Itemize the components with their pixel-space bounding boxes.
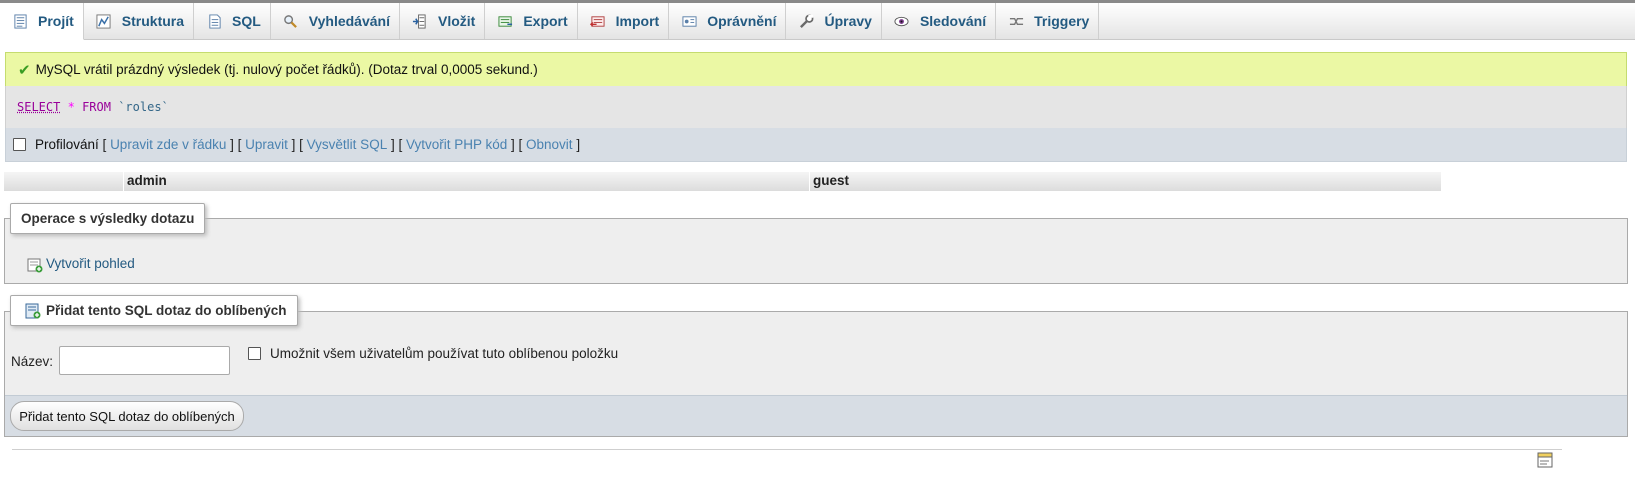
tab-tracking[interactable]: Sledování (882, 3, 997, 39)
profiling-checkbox[interactable] (13, 138, 26, 151)
sql-star: * (67, 100, 75, 114)
refresh-link[interactable]: Obnovit (526, 137, 573, 152)
tab-label: Sledování (919, 13, 987, 29)
bookmark-name-label: Název: (11, 354, 54, 369)
tab-sql[interactable]: SQL (194, 3, 271, 39)
console-icon[interactable] (1537, 452, 1553, 468)
share-bookmark-checkbox[interactable] (248, 347, 261, 360)
success-text: MySQL vrátil prázdný výsledek (tj. nulov… (35, 62, 538, 77)
browse-icon (12, 13, 28, 29)
tab-structure[interactable]: Struktura (84, 3, 195, 39)
query-tools-row: Profilování [ Upravit zde v řádku ] [ Up… (5, 128, 1627, 162)
results-header: admin guest (4, 172, 1442, 191)
sql-keyword-select[interactable]: SELECT (17, 100, 60, 114)
insert-icon (412, 13, 428, 29)
tab-triggers[interactable]: Triggery (996, 3, 1100, 39)
tab-export[interactable]: Export (485, 3, 578, 39)
results-header-cell[interactable]: guest (810, 172, 1442, 191)
divider (12, 449, 1562, 450)
import-icon (590, 13, 606, 29)
tab-search[interactable]: Vyhledávání (271, 3, 400, 39)
bookmark-icon (25, 303, 41, 319)
tab-label: Úpravy (824, 13, 872, 29)
create-php-code-link[interactable]: Vytvořit PHP kód (406, 137, 507, 152)
sql-keyword-from: FROM (82, 100, 111, 114)
tab-import[interactable]: Import (578, 3, 670, 39)
bookmark-name-input[interactable] (59, 346, 230, 375)
tab-insert[interactable]: Vložit (400, 3, 486, 39)
create-view-label: Vytvořit pohled (46, 255, 135, 271)
query-results-operations-fieldset (4, 218, 1628, 284)
triggers-icon (1008, 13, 1024, 29)
sql-table-name: `roles` (118, 100, 169, 114)
profiling-label: Profilování (35, 137, 99, 152)
bookmark-legend: Přidat tento SQL dotaz do oblíbených (10, 295, 298, 326)
results-header-cell (4, 172, 124, 191)
tab-label: Export (523, 13, 568, 29)
tab-label: Struktura (121, 13, 185, 29)
tab-operations[interactable]: Úpravy (786, 3, 882, 39)
tab-label: Import (615, 13, 660, 29)
operations-icon (798, 13, 814, 29)
tab-label: Vyhledávání (308, 13, 390, 29)
add-bookmark-button[interactable]: Přidat tento SQL dotaz do oblíbených (10, 401, 244, 431)
sql-query-display: SELECT * FROM `roles` (5, 86, 1627, 128)
query-results-operations-legend: Operace s výsledky dotazu (10, 203, 206, 234)
results-header-cell[interactable]: admin (124, 172, 810, 191)
tab-label: Triggery (1034, 13, 1090, 29)
success-message: ✔ MySQL vrátil prázdný výsledek (tj. nul… (5, 52, 1627, 86)
bookmark-footer (5, 395, 1627, 436)
tracking-icon (894, 13, 910, 29)
create-view-link[interactable]: Vytvořit pohled (27, 253, 135, 273)
tab-browse[interactable]: Projít (0, 3, 84, 40)
tab-label: Oprávnění (707, 13, 777, 29)
create-view-icon (27, 257, 43, 273)
share-bookmark-option[interactable]: Umožnit všem uživatelům používat tuto ob… (248, 346, 618, 361)
tab-bar: Projít Struktura SQL Vyhledávání Vložit … (0, 3, 1635, 40)
search-icon (283, 13, 299, 29)
share-bookmark-label: Umožnit všem uživatelům používat tuto ob… (270, 346, 619, 361)
edit-link[interactable]: Upravit (245, 137, 288, 152)
tab-label: Vložit (437, 13, 476, 29)
checkmark-icon: ✔ (18, 61, 31, 79)
tab-privileges[interactable]: Oprávnění (669, 3, 787, 39)
sql-icon (206, 13, 222, 29)
explain-sql-link[interactable]: Vysvětlit SQL (307, 137, 388, 152)
privileges-icon (681, 13, 697, 29)
structure-icon (96, 13, 112, 29)
export-icon (497, 13, 513, 29)
edit-inline-link[interactable]: Upravit zde v řádku (110, 137, 226, 152)
tab-label: Projít (38, 13, 74, 29)
tab-label: SQL (232, 13, 261, 29)
bookmark-legend-label: Přidat tento SQL dotaz do oblíbených (46, 303, 287, 318)
